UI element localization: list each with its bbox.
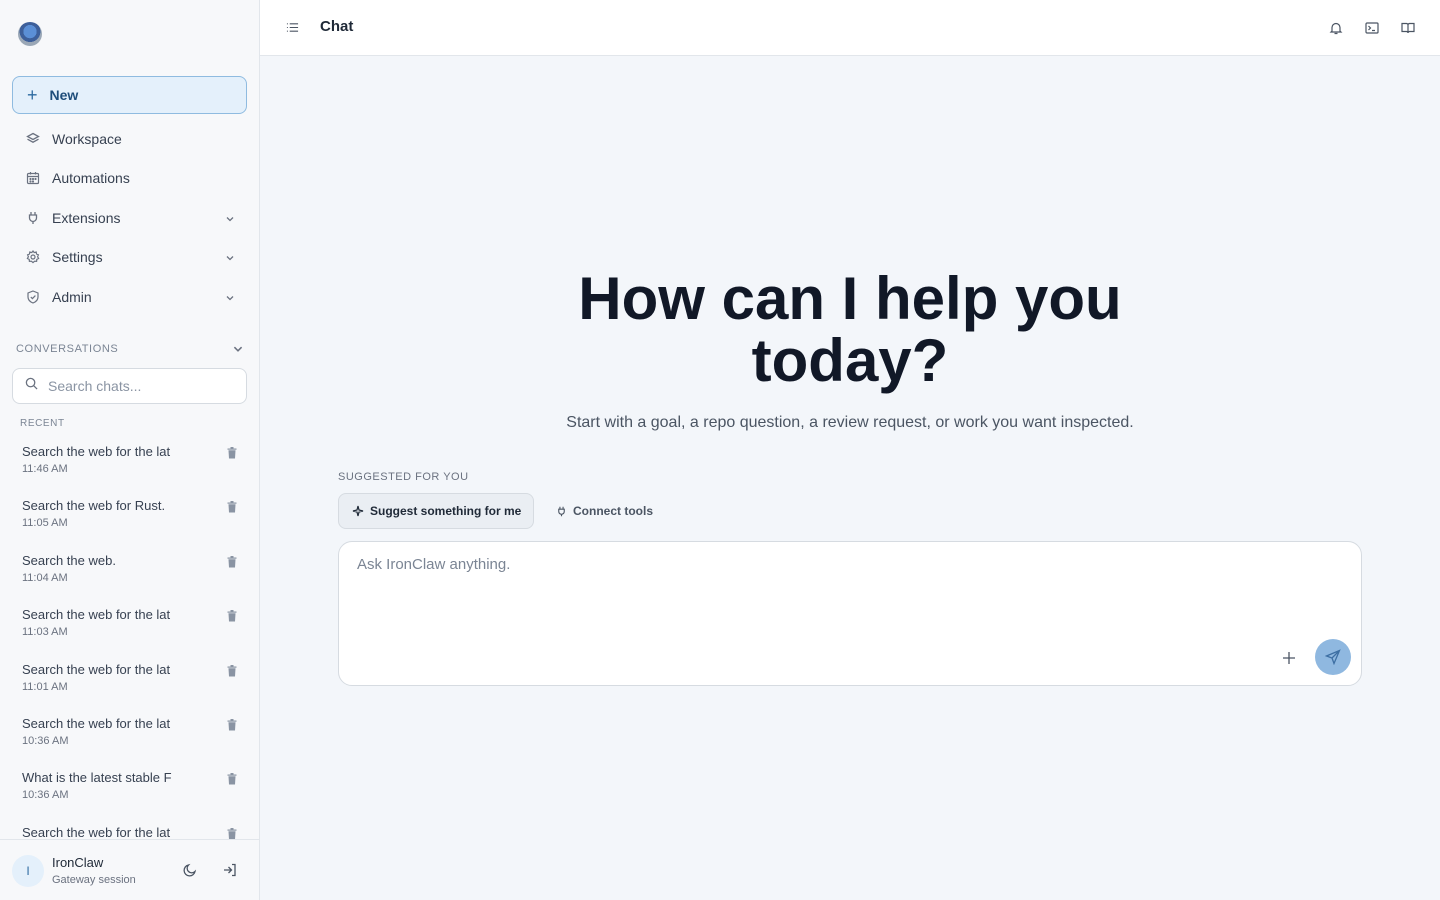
chevron-down-icon [225,290,235,306]
send-icon [1325,649,1341,665]
search-icon [25,377,38,395]
conversation-item[interactable]: Search the web for the lat 11:03 AM [0,599,259,653]
conversation-time: 11:05 AM [22,517,68,530]
conversation-title: Search the web for the lat [22,444,171,459]
trash-icon[interactable] [227,718,237,736]
conversation-time: 11:01 AM [22,680,68,693]
suggest-chip-label: Suggest something for me [370,504,522,518]
sparkle-icon [352,505,364,517]
trash-icon[interactable] [227,827,237,839]
user-subtitle: Gateway session [52,874,136,886]
plus-icon: + [27,84,38,105]
sidebar-item-extensions[interactable]: Extensions [12,200,247,236]
plug-icon [26,211,40,225]
connect-tools-chip[interactable]: Connect tools [556,493,653,529]
user-name: IronClaw [52,855,104,870]
book-icon[interactable] [1401,21,1415,40]
trash-icon[interactable] [227,664,237,682]
conversation-item[interactable]: What is the latest stable F 10:36 AM [0,762,259,816]
layers-icon [26,132,40,146]
trash-icon[interactable] [227,609,237,627]
calendar-icon [26,171,40,185]
conversation-item[interactable]: Search the web for the lat 10:36 AM [0,708,259,762]
trash-icon[interactable] [227,555,237,573]
recent-label: RECENT [20,418,65,429]
chevron-down-icon [225,250,235,266]
chevron-down-icon[interactable] [232,343,244,358]
conversation-title: Search the web for the lat [22,715,171,731]
user-bar: I IronClaw Gateway session [0,839,259,900]
conversation-time: 10:36 AM [22,734,69,747]
search-input[interactable] [48,378,228,394]
app-logo [18,22,42,46]
avatar[interactable]: I [12,855,44,887]
hero-line: today? [751,327,949,394]
conversation-title: Search the web for the lat [22,824,171,839]
sidebar-item-label: Admin [52,289,92,305]
conversations-header[interactable]: CONVERSATIONS [16,343,244,358]
sidebar-item-settings[interactable]: Settings [12,239,247,275]
conversations-label: CONVERSATIONS [16,343,119,355]
conversation-item[interactable]: Search the web. 11:04 AM [0,545,259,599]
connect-tools-label: Connect tools [573,504,653,518]
conversation-item[interactable]: Search the web for Rust. 11:05 AM [0,490,259,544]
message-input[interactable] [357,556,1257,616]
hero-heading: How can I help you today? [260,268,1440,392]
shield-icon [26,290,40,304]
sidebar-item-label: Workspace [52,131,122,147]
trash-icon[interactable] [227,500,237,518]
bell-icon[interactable] [1329,21,1343,40]
conversation-title: What is the latest stable F [22,770,172,786]
hero-subtitle: Start with a goal, a repo question, a re… [566,414,1134,431]
chevron-down-icon [225,211,235,227]
conversation-time: 11:04 AM [22,571,68,584]
logout-icon[interactable] [222,862,238,883]
trash-icon[interactable] [227,446,237,464]
sidebar: + New Workspace Automations Extensions S… [0,0,260,900]
sidebar-item-automations[interactable]: Automations [12,160,247,196]
top-bar: Chat [260,0,1440,56]
sidebar-item-label: Settings [52,249,103,265]
list-icon[interactable] [286,21,299,39]
sidebar-item-workspace[interactable]: Workspace [12,121,247,157]
new-chat-label: New [49,87,79,103]
suggest-chip[interactable]: Suggest something for me [338,493,534,529]
conversation-item[interactable]: Search the web for the lat [0,817,259,839]
conversation-item[interactable]: Search the web for the lat 11:46 AM [0,436,259,490]
plug-icon [556,506,567,517]
suggested-label: SUGGESTED FOR YOU [338,471,469,483]
chat-search[interactable] [12,368,247,404]
conversation-time: 11:03 AM [22,626,68,639]
sidebar-item-admin[interactable]: Admin [12,279,247,315]
hero-line: How can I help you [578,265,1122,332]
gear-icon [26,250,40,264]
composer [338,541,1362,686]
sidebar-item-label: Extensions [52,210,121,226]
send-button[interactable] [1315,639,1351,675]
conversation-time: 11:46 AM [22,463,68,475]
conversation-item[interactable]: Search the web for the lat 11:01 AM [0,654,259,708]
plus-icon[interactable] [1282,647,1296,669]
moon-icon[interactable] [182,862,198,883]
conversation-time: 10:36 AM [22,789,69,802]
conversation-title: Search the web for the lat [22,661,171,677]
conversation-title: Search the web for Rust. [22,498,166,514]
page-title: Chat [320,18,354,35]
trash-icon[interactable] [227,772,237,790]
terminal-icon[interactable] [1365,21,1379,40]
new-chat-button[interactable]: + New [12,76,247,114]
conversation-title: Search the web for the lat [22,607,171,623]
sidebar-item-label: Automations [52,170,130,186]
conversation-title: Search the web. [22,552,116,568]
conversation-list: Search the web for the lat 11:46 AM Sear… [0,436,259,839]
